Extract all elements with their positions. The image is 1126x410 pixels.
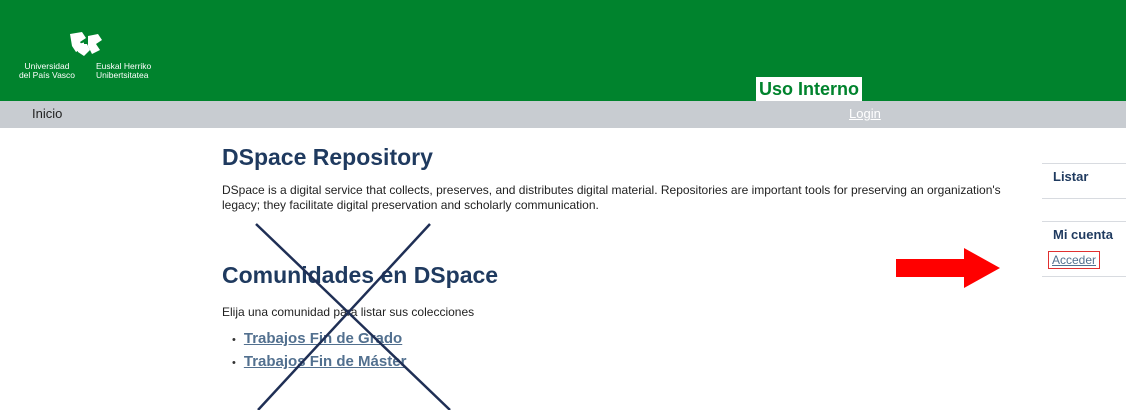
top-navbar: Inicio Login (0, 101, 1126, 128)
bullet-icon: • (232, 334, 236, 346)
account-panel: Mi cuenta Acceder (1042, 221, 1126, 277)
main-content: DSpace Repository DSpace is a digital se… (222, 143, 1032, 370)
university-logo[interactable]: Universidad del País Vasco Euskal Herrik… (16, 20, 176, 90)
nav-login-link[interactable]: Login (849, 106, 881, 121)
university-logo-mark-icon (70, 32, 102, 56)
browse-heading: Listar (1053, 169, 1089, 184)
account-heading: Mi cuenta (1053, 227, 1113, 242)
right-arrow-icon (896, 248, 1000, 288)
cross-out-icon (255, 223, 451, 410)
bullet-icon: • (232, 357, 236, 369)
repository-description: DSpace is a digital service that collect… (222, 183, 1001, 212)
internal-use-badge: Uso Interno (756, 77, 863, 101)
nav-home-link[interactable]: Inicio (32, 106, 62, 121)
logo-text-spanish: Universidad del País Vasco (16, 62, 78, 80)
page-title: DSpace Repository (222, 144, 433, 170)
browse-panel: Listar (1042, 163, 1126, 199)
logo-text-basque: Euskal Herriko Unibertsitatea (96, 62, 166, 80)
login-link[interactable]: Acceder (1048, 251, 1101, 269)
site-header: Universidad del País Vasco Euskal Herrik… (0, 0, 1126, 101)
logo-left-line2: del País Vasco (18, 70, 76, 80)
logo-right-line2: Unibertsitatea (96, 70, 149, 80)
